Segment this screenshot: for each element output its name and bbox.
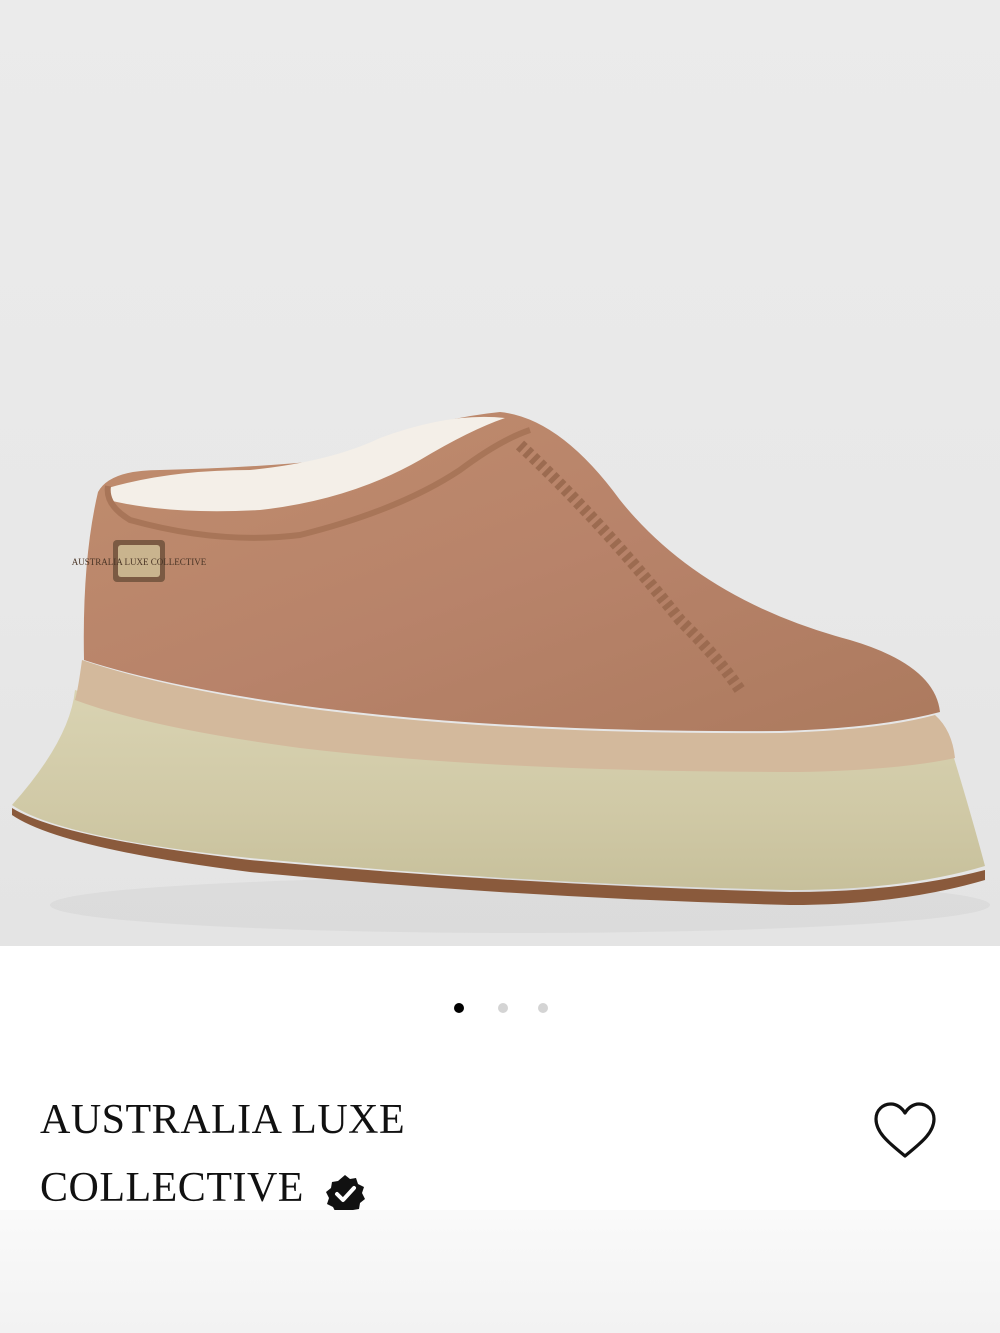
carousel-indicators [0,1000,1000,1016]
carousel-dot-1[interactable] [454,1003,464,1013]
carousel-dot-2[interactable] [498,1003,508,1013]
product-image[interactable]: AUSTRALIA LUXE COLLECTIVE [0,0,1000,946]
brand-name[interactable]: AUSTRALIA LUXE COLLECTIVE [40,1086,840,1222]
product-page: AUSTRALIA LUXE COLLECTIVE AUSTRALIA LUXE… [0,0,1000,1333]
content-below-fold [0,1210,1000,1333]
favorite-button[interactable] [872,1100,938,1162]
heart-outline-icon [874,1102,936,1158]
verified-badge-icon [324,1168,366,1214]
carousel-dot-3[interactable] [538,1003,548,1013]
slipper-illustration: AUSTRALIA LUXE COLLECTIVE [12,412,990,933]
brand-name-line-1: AUSTRALIA LUXE [40,1097,406,1143]
svg-text:AUSTRALIA LUXE COLLECTIVE: AUSTRALIA LUXE COLLECTIVE [72,557,207,567]
